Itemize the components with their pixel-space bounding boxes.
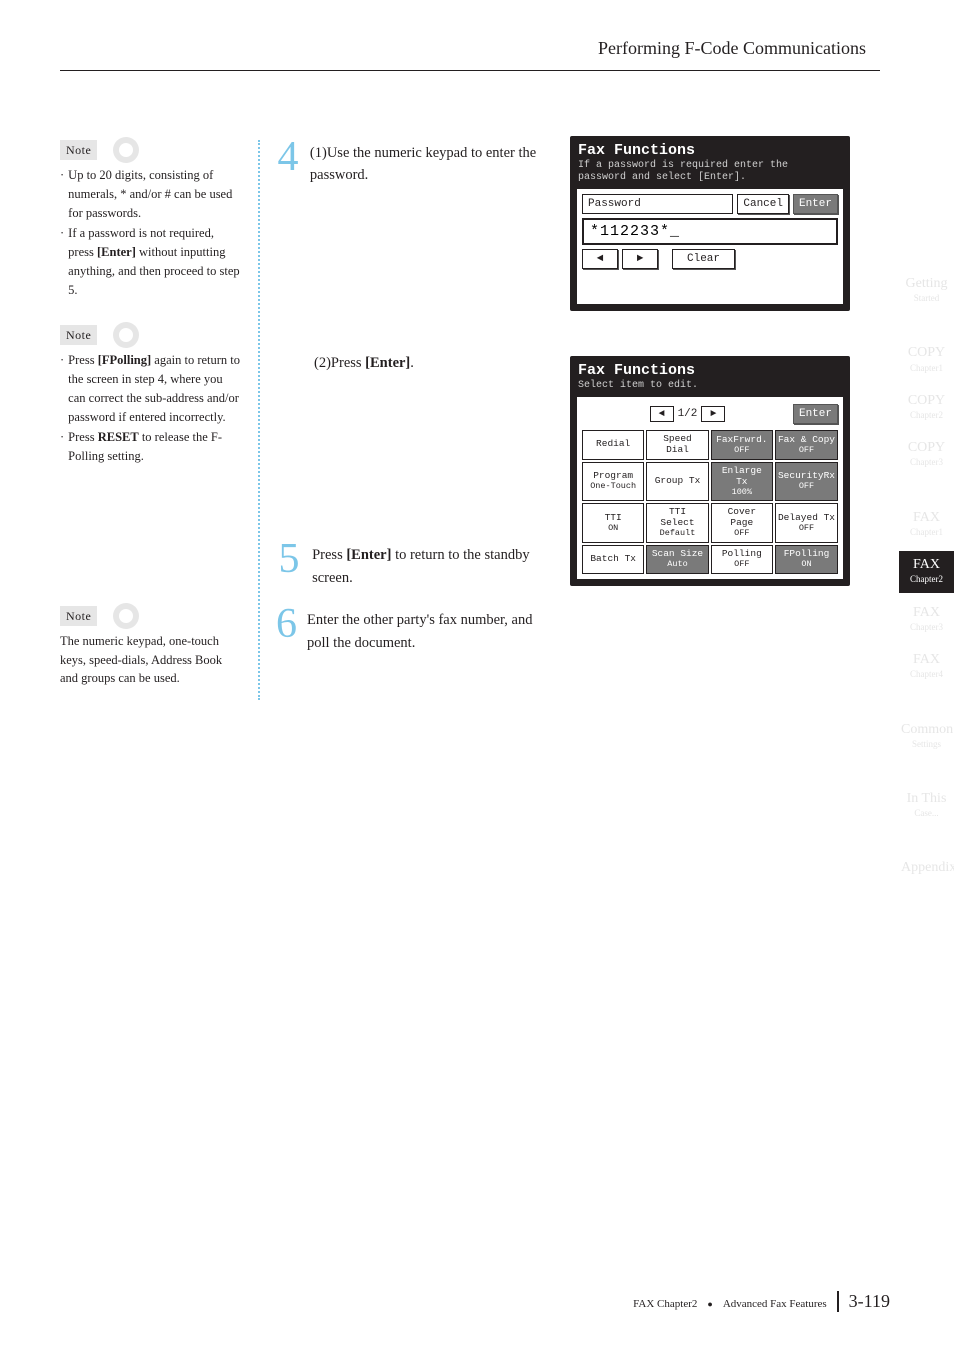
side-tab[interactable]: FAXChapter3 [899, 599, 954, 640]
lcd-function-cell[interactable]: Group Tx [646, 462, 708, 502]
note-circle-icon [119, 328, 133, 342]
step-text: Enter the other party's fax number, and … [307, 603, 556, 654]
vertical-dotted-divider [258, 140, 260, 700]
footer-bullet-icon: ● [707, 1299, 712, 1309]
lcd-title: Fax Functions [576, 142, 844, 160]
bullet-dot: · [60, 166, 64, 222]
step-text-part: Press [312, 547, 346, 563]
notes-column: Note · Up to 20 digits, consisting of nu… [60, 140, 242, 688]
lcd-function-cell[interactable]: SecurityRxOFF [775, 462, 838, 502]
lcd-subtitle: If a password is required enter the pass… [576, 160, 844, 188]
side-tab[interactable]: GettingStarted [899, 270, 954, 311]
step-4: 4 (1)Use the numeric keypad to enter the… [276, 136, 556, 187]
note-label: Note [60, 140, 97, 160]
note-block-1: · Up to 20 digits, consisting of numeral… [60, 166, 242, 299]
side-tab[interactable]: FAXChapter2 [899, 551, 954, 592]
note-text: Up to 20 digits, consisting of numerals,… [68, 166, 242, 222]
step-number: 6 [276, 603, 297, 654]
lcd-page-left-button[interactable]: ◄ [650, 406, 674, 422]
note-text-part: Press [68, 353, 98, 367]
lcd-enter-button[interactable]: Enter [793, 404, 838, 424]
note-block-3: The numeric keypad, one-touch keys, spee… [60, 632, 242, 688]
lcd-function-cell[interactable]: Cover PageOFF [711, 503, 773, 543]
footer-chapter: FAX Chapter2 [633, 1298, 697, 1310]
bullet-dot: · [60, 428, 64, 466]
side-tab[interactable]: CommonSettings [899, 716, 954, 757]
note-bold: [Enter] [97, 245, 136, 259]
page-number: 3-119 [837, 1291, 890, 1312]
lcd-function-cell[interactable]: Fax & CopyOFF [775, 430, 838, 460]
note-text: Press RESET to release the F-Polling set… [68, 428, 242, 466]
lcd-function-cell[interactable]: Batch Tx [582, 545, 644, 574]
note-label: Note [60, 325, 97, 345]
note-text: Press [FPolling] again to return to the … [68, 351, 242, 426]
tab-spacer [899, 763, 954, 779]
lcd-function-cell[interactable]: TTI SelectDefault [646, 503, 708, 543]
lcd-enter-button[interactable]: Enter [793, 194, 838, 214]
page-footer: FAX Chapter2 ● Advanced Fax Features 3-1… [633, 1291, 890, 1312]
side-tab[interactable]: FAXChapter1 [899, 504, 954, 545]
footer-section: Advanced Fax Features [723, 1298, 827, 1310]
lcd-function-cell[interactable]: ProgramOne-Touch [582, 462, 644, 502]
note-bold: RESET [98, 430, 139, 444]
lcd-function-cell[interactable]: Delayed TxOFF [775, 503, 838, 543]
note-label: Note [60, 606, 97, 626]
note-block-2: · Press [FPolling] again to return to th… [60, 351, 242, 466]
step-5: 5 Press [Enter] to return to the standby… [276, 538, 556, 589]
tab-spacer [899, 694, 954, 710]
side-tab[interactable]: COPYChapter1 [899, 339, 954, 380]
lcd-subtitle: Select item to edit. [576, 380, 844, 396]
lcd-function-grid: RedialSpeed DialFaxFrwrd.OFFFax & CopyOF… [582, 430, 838, 574]
note-bold: [FPolling] [98, 353, 151, 367]
step-6: 6 Enter the other party's fax number, an… [276, 603, 556, 654]
lcd-function-cell[interactable]: Enlarge Tx100% [711, 462, 773, 502]
substep-text-part: . [410, 355, 414, 371]
lcd-title: Fax Functions [576, 362, 844, 380]
note-circle-icon [119, 143, 133, 157]
substep-text: Use the numeric keypad to enter the pass… [310, 145, 536, 183]
tab-spacer [899, 317, 954, 333]
tab-spacer [899, 832, 954, 848]
lcd-password-value [582, 218, 838, 245]
lcd-screenshot-functions: Fax Functions Select item to edit. ◄ 1/2… [570, 356, 850, 586]
substep-prefix: (1) [310, 145, 327, 161]
step-number: 4 [276, 136, 300, 187]
substep-text-part: Press [331, 355, 365, 371]
steps-column: 4 (1)Use the numeric keypad to enter the… [276, 136, 556, 668]
lcd-page-indicator: 1/2 [678, 408, 698, 420]
lcd-function-cell[interactable]: FPollingON [775, 545, 838, 574]
note-text-part: Press [68, 430, 98, 444]
bullet-dot: · [60, 351, 64, 426]
step-bold: [Enter] [346, 547, 391, 563]
lcd-function-cell[interactable]: Redial [582, 430, 644, 460]
lcd-left-arrow-button[interactable]: ◄ [582, 249, 618, 269]
side-tabs: GettingStarted COPYChapter1 COPYChapter2 CO… [899, 270, 954, 884]
lcd-page-right-button[interactable]: ► [701, 406, 725, 422]
step-4-part2: (2)Press [Enter]. [314, 352, 556, 374]
side-tab[interactable]: COPYChapter3 [899, 434, 954, 475]
substep-bold: [Enter] [365, 355, 410, 371]
lcd-password-label: Password [582, 194, 733, 214]
lcd-clear-button[interactable]: Clear [672, 249, 735, 269]
lcd-function-cell[interactable]: PollingOFF [711, 545, 773, 574]
side-tab[interactable]: FAXChapter4 [899, 646, 954, 687]
top-rule [60, 70, 880, 71]
step-number: 5 [276, 538, 302, 589]
lcd-function-cell[interactable]: Scan SizeAuto [646, 545, 708, 574]
lcd-screenshot-password: Fax Functions If a password is required … [570, 136, 850, 311]
lcd-function-cell[interactable]: TTION [582, 503, 644, 543]
bullet-dot: · [60, 224, 64, 299]
note-circle-icon [119, 609, 133, 623]
side-tab[interactable]: In ThisCase... [899, 785, 954, 826]
running-head: Performing F-Code Communications [598, 38, 866, 59]
side-tab[interactable]: COPYChapter2 [899, 387, 954, 428]
lcd-function-cell[interactable]: FaxFrwrd.OFF [711, 430, 773, 460]
side-tab[interactable]: Appendix [899, 854, 954, 884]
tab-spacer [899, 482, 954, 498]
substep-prefix: (2) [314, 355, 331, 371]
lcd-right-arrow-button[interactable]: ► [622, 249, 658, 269]
lcd-cancel-button[interactable]: Cancel [737, 194, 789, 214]
note-text: If a password is not required, press [En… [68, 224, 242, 299]
lcd-function-cell[interactable]: Speed Dial [646, 430, 708, 460]
